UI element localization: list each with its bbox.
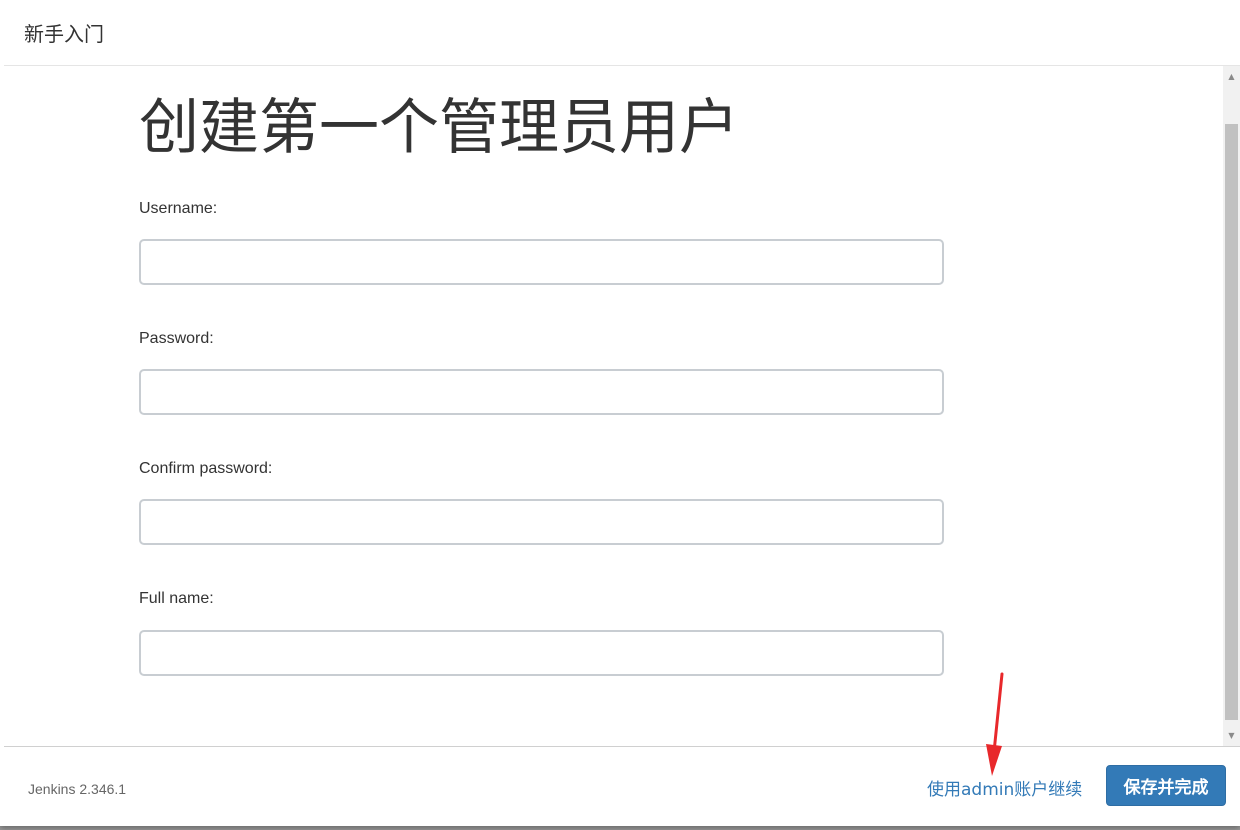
triangle-up-icon[interactable]: ▲ <box>1223 68 1240 85</box>
scrollbar-thumb[interactable] <box>1225 124 1238 720</box>
dialog-body: 创建第一个管理员用户 Username: Password: Confirm p… <box>4 66 1240 746</box>
full-name-label: Full name: <box>139 590 214 607</box>
triangle-down-icon[interactable]: ▼ <box>1223 727 1240 744</box>
password-input[interactable] <box>139 369 944 415</box>
page-title: 创建第一个管理员用户 <box>139 93 739 163</box>
dialog-header: 新手入门 <box>4 0 1240 66</box>
confirm-password-input[interactable] <box>139 499 944 545</box>
password-label: Password: <box>139 330 214 347</box>
continue-as-admin-link[interactable]: 使用admin账户继续 <box>927 775 1082 800</box>
vertical-scrollbar[interactable]: ▲ ▼ <box>1223 66 1240 746</box>
dialog-footer: Jenkins 2.346.1 使用admin账户继续 保存并完成 <box>4 746 1240 826</box>
full-name-input[interactable] <box>139 630 944 676</box>
confirm-password-label: Confirm password: <box>139 460 273 477</box>
username-label: Username: <box>139 200 218 217</box>
username-input[interactable] <box>139 239 944 285</box>
version-label: Jenkins 2.346.1 <box>28 781 127 797</box>
dialog-title: 新手入门 <box>24 22 104 46</box>
setup-wizard-dialog: 新手入门 创建第一个管理员用户 Username: Password: Conf… <box>0 0 1240 826</box>
save-and-finish-button[interactable]: 保存并完成 <box>1106 765 1226 806</box>
